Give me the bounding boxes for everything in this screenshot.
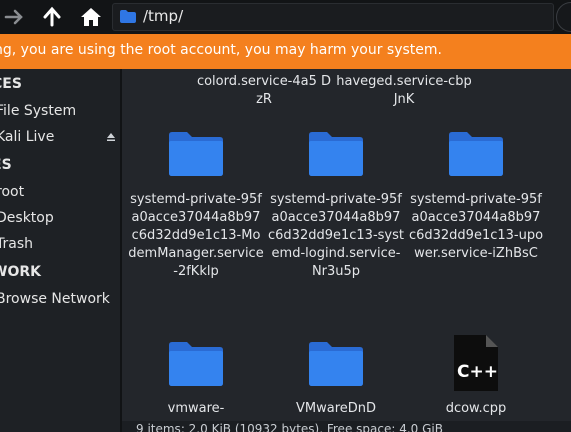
file-label: vmware- [167,401,225,416]
home-icon[interactable] [79,5,103,29]
forward-arrow-icon[interactable] [2,5,26,29]
status-bar: 9 items: 2.0 KiB (10932 bytes), Free spa… [122,421,571,432]
folder-icon [169,342,223,386]
file-item[interactable]: VMwareDnD [268,341,404,418]
file-item[interactable]: systemd-private-95fa0acce37044a8b97c6d32… [268,131,404,281]
sidebar-heading-network: WORK [0,264,41,280]
folder-icon [169,132,223,176]
sidebar-item-trash[interactable]: Trash [0,236,33,252]
folder-icon [449,132,503,176]
file-label: systemd-private-95fa0acce37044a8b97c6d32… [128,192,264,279]
path-text: /tmp/ [143,7,184,25]
warning-text: ng, you are using the root account, you … [0,42,442,58]
file-label: colord.service-4a5 DzR [196,74,332,107]
eject-icon[interactable] [107,133,115,141]
file-label: systemd-private-95fa0acce37044a8b97c6d32… [408,192,544,261]
file-item[interactable]: systemd-private-95fa0acce37044a8b97c6d32… [128,131,264,281]
file-view: colord.service-4a5 DzR haveged.service-c… [122,69,571,421]
file-label: dcow.cpp [445,401,507,416]
file-item[interactable]: haveged.service-cbpJnK [336,73,472,109]
toolbar: /tmp/ [0,0,571,34]
status-text: 9 items: 2.0 KiB (10932 bytes), Free spa… [136,422,443,432]
path-bar[interactable]: /tmp/ [112,3,554,31]
sidebar-item-desktop[interactable]: Desktop [0,210,54,226]
sidebar-item-browse-network[interactable]: Browse Network [0,291,110,307]
file-item[interactable]: vmware- [128,341,264,418]
file-item[interactable]: colord.service-4a5 DzR [196,73,332,109]
folder-icon [120,10,136,23]
sidebar: CES File System Kali Live ES root Deskto… [0,69,120,432]
sidebar-item-file-system[interactable]: File System [0,103,76,119]
sidebar-heading-devices: ES [0,157,12,173]
file-item[interactable]: systemd-private-95fa0acce37044a8b97c6d32… [408,131,544,263]
folder-icon [309,132,363,176]
menu-button[interactable] [556,2,571,32]
up-arrow-icon[interactable] [40,5,64,29]
folder-icon [309,342,363,386]
file-label: VMwareDnD [295,401,377,416]
file-item[interactable]: C++ dcow.cpp [408,335,544,418]
cpp-file-icon: C++ [454,335,498,391]
file-label: systemd-private-95fa0acce37044a8b97c6d32… [268,192,404,279]
sidebar-item-kali-live[interactable]: Kali Live [0,129,54,145]
sidebar-item-root[interactable]: root [0,184,24,200]
sidebar-heading-places: CES [0,76,22,92]
file-label: haveged.service-cbpJnK [336,74,472,107]
svg-text:C++: C++ [457,362,498,382]
root-warning-bar: ng, you are using the root account, you … [0,34,571,69]
